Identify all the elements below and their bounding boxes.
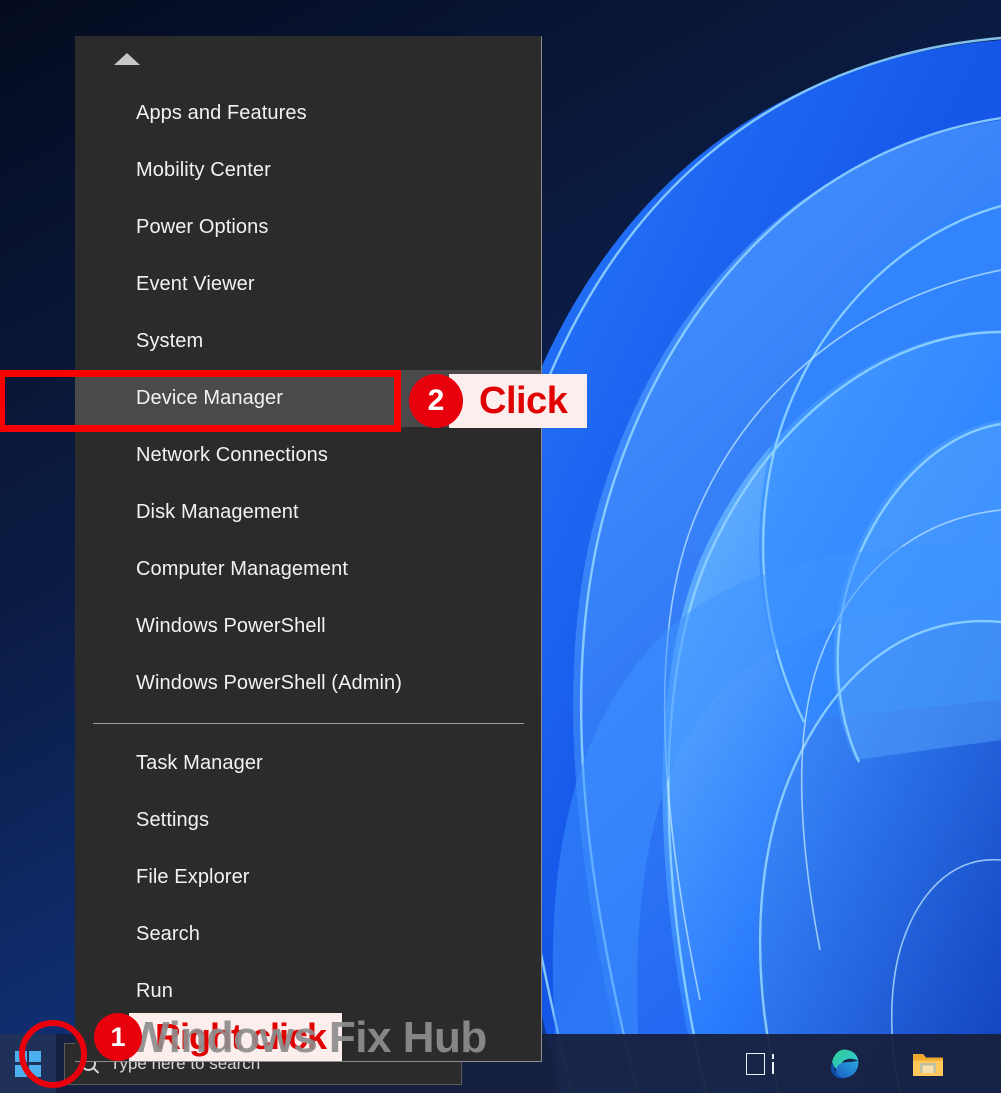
menu-item-disk-management[interactable]: Disk Management [75,484,541,541]
winx-context-menu: Apps and Features Mobility Center Power Op… [75,36,542,1062]
menu-item-settings[interactable]: Settings [75,792,541,849]
menu-item-windows-powershell[interactable]: Windows PowerShell [75,598,541,655]
menu-item-label: Event Viewer [136,273,255,295]
start-button[interactable] [0,1034,56,1093]
menu-item-label: Computer Management [136,558,349,580]
menu-item-label: Apps and Features [136,102,307,124]
menu-item-file-explorer[interactable]: File Explorer [75,849,541,906]
menu-item-event-viewer[interactable]: Event Viewer [75,256,541,313]
triangle-up-icon [114,53,140,65]
menu-item-windows-powershell-admin[interactable]: Windows PowerShell (Admin) [75,655,541,712]
menu-item-label: Search [136,923,200,945]
menu-separator [93,723,524,724]
file-explorer-icon[interactable] [911,1047,945,1081]
menu-item-label: Disk Management [136,501,299,523]
menu-item-label: Network Connections [136,444,328,466]
scroll-up-button[interactable] [113,50,141,68]
taskbar-pinned-icons [743,1047,1001,1081]
menu-item-label: Run [136,980,173,1002]
menu-item-label: Power Options [136,216,269,238]
callout-step-2: 2 Click [409,374,588,428]
menu-item-power-options[interactable]: Power Options [75,199,541,256]
menu-item-computer-management[interactable]: Computer Management [75,541,541,598]
step-badge-1: 1 [94,1013,142,1061]
step-badge-2: 2 [409,374,463,428]
menu-item-search[interactable]: Search [75,906,541,963]
menu-item-system[interactable]: System [75,313,541,370]
menu-item-run[interactable]: Run [75,963,541,1020]
winx-menu-list: Apps and Features Mobility Center Power Op… [75,85,541,1020]
windows-logo-icon [15,1050,41,1077]
menu-item-label: System [136,330,204,352]
menu-item-label: Settings [136,809,210,831]
microsoft-edge-icon[interactable] [827,1047,861,1081]
menu-item-apps-and-features[interactable]: Apps and Features [75,85,541,142]
menu-item-label: Windows PowerShell [136,615,326,637]
menu-item-label: Task Manager [136,752,263,774]
task-view-icon[interactable] [743,1047,777,1081]
watermark: Windows Fix Hub [128,1013,487,1062]
menu-item-label: Windows PowerShell (Admin) [136,672,403,694]
screen: Type here to search Windows Fix Hub Apps… [0,0,1001,1093]
menu-item-label: File Explorer [136,866,250,888]
menu-item-label: Mobility Center [136,159,271,181]
menu-item-task-manager[interactable]: Task Manager [75,735,541,792]
menu-item-label: Device Manager [136,387,284,409]
menu-item-network-connections[interactable]: Network Connections [75,427,541,484]
menu-item-mobility-center[interactable]: Mobility Center [75,142,541,199]
callout-label-click: Click [449,374,588,428]
